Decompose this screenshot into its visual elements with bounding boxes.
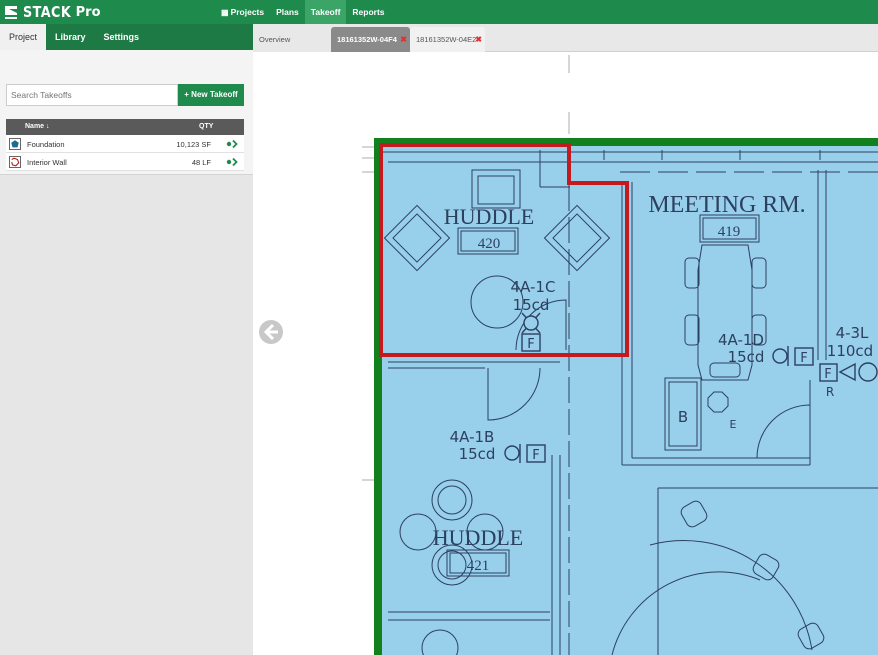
document-tabs: Overview 18161352W-04F4 ✖ 18161352W-04E2 ✖: [253, 24, 878, 52]
stack-logo-icon: [5, 6, 17, 19]
nav-projects-label: Projects: [230, 7, 265, 17]
tab-sheet[interactable]: 18161352W-04E2 ✖: [410, 27, 485, 52]
room-number: 419: [718, 224, 741, 240]
close-icon[interactable]: ✖: [475, 27, 482, 52]
sidebar-tabs: Project Library Settings: [0, 24, 253, 50]
takeoff-table: Name ↓ QTY Foundation 10,123 SF Interior…: [6, 119, 244, 171]
nav-plans[interactable]: Plans: [270, 0, 305, 24]
new-takeoff-button[interactable]: + New Takeoff: [178, 84, 244, 106]
room-name: MEETING RM.: [648, 192, 805, 218]
device-tag-spec: 15cd: [728, 348, 765, 366]
tab-sheet-label: 18161352W-04F4: [337, 35, 397, 44]
takeoff-qty: 10,123 SF: [176, 140, 211, 149]
takeoff-qty: 48 LF: [191, 158, 211, 167]
tab-library[interactable]: Library: [46, 24, 95, 50]
room-name: HUDDLE: [433, 525, 523, 550]
top-nav-bar: STACK Pro ▦ Projects Plans Takeoff Report…: [0, 0, 878, 24]
device-tag-id: 4-3L: [836, 324, 869, 342]
main-nav: ▦ Projects Plans Takeoff Reports: [215, 0, 391, 24]
device-letter: F: [800, 351, 807, 366]
column-name-header[interactable]: Name ↓: [25, 123, 50, 130]
visibility-toggle-icon[interactable]: [226, 138, 239, 150]
room-name: HUDDLE: [444, 204, 534, 229]
calendar-icon: ▦: [221, 8, 229, 17]
device-letter: F: [532, 448, 539, 463]
device-letter: E: [730, 418, 737, 431]
device-tag-spec: 15cd: [459, 445, 496, 463]
device-letter: B: [678, 408, 688, 426]
back-arrow-icon[interactable]: [257, 318, 285, 346]
nav-takeoff[interactable]: Takeoff: [304, 0, 347, 24]
nav-reports[interactable]: Reports: [346, 0, 390, 24]
device-letter: R: [826, 385, 834, 399]
area-takeoff-icon: [9, 138, 21, 150]
device-tag-id: 4A-1D: [718, 331, 764, 349]
tab-settings[interactable]: Settings: [95, 24, 149, 50]
visibility-toggle-icon[interactable]: [226, 156, 239, 168]
device-tag-id: 4A-1C: [511, 278, 556, 296]
tab-project[interactable]: Project: [0, 24, 47, 50]
device-letter: F: [824, 367, 831, 382]
device-tag-spec: 110cd: [827, 342, 873, 360]
table-row[interactable]: Interior Wall 48 LF: [6, 153, 244, 171]
tab-sheet-label: 18161352W-04E2: [416, 35, 477, 44]
table-row[interactable]: Foundation 10,123 SF: [6, 135, 244, 153]
tab-overview[interactable]: Overview: [253, 27, 331, 52]
column-qty-header[interactable]: QTY: [199, 123, 213, 130]
device-tag-id: 4A-1B: [450, 428, 495, 446]
app-brand: STACK: [23, 3, 72, 21]
table-header: Name ↓ QTY: [6, 119, 244, 135]
search-takeoffs-input[interactable]: [6, 84, 178, 106]
app-logo[interactable]: STACK Pro: [4, 2, 101, 22]
nav-projects[interactable]: ▦ Projects: [215, 0, 270, 24]
room-number: 420: [478, 236, 501, 252]
room-number: 421: [467, 558, 490, 574]
linear-takeoff-icon: [9, 156, 21, 168]
takeoff-sidebar: Project Library Settings + New Takeoff N…: [0, 24, 253, 655]
plan-viewer: Overview 18161352W-04F4 ✖ 18161352W-04E2 ✖: [253, 24, 878, 655]
takeoff-name: Foundation: [27, 140, 65, 149]
takeoff-panel: + New Takeoff Name ↓ QTY Foundation 10,1…: [0, 50, 253, 175]
device-tag-spec: 15cd: [513, 296, 550, 314]
close-icon[interactable]: ✖: [400, 27, 407, 52]
floor-plan-canvas[interactable]: HUDDLE 420 MEETING RM. 419 HUDDLE 421 4A…: [253, 52, 878, 655]
app-edition: Pro: [75, 4, 101, 20]
device-letter: F: [527, 337, 534, 352]
takeoff-name: Interior Wall: [27, 158, 67, 167]
tab-sheet-active[interactable]: 18161352W-04F4 ✖: [331, 27, 410, 52]
